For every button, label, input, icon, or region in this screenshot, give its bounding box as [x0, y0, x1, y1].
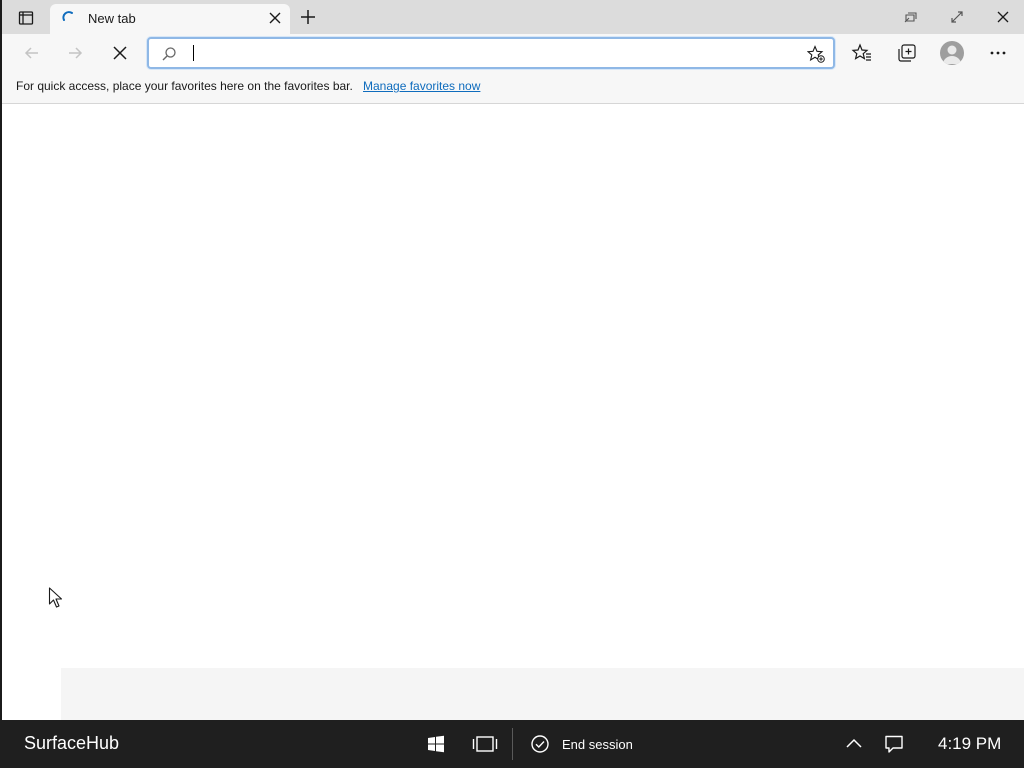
close-icon[interactable] — [268, 11, 282, 25]
text-caret — [193, 45, 194, 61]
checkmark-circle-icon — [531, 735, 549, 753]
taskbar: SurfaceHub End session 4:19 PM — [0, 720, 1024, 768]
end-session-button[interactable]: End session — [530, 733, 633, 755]
task-view-icon[interactable] — [472, 734, 498, 754]
more-icon[interactable] — [987, 42, 1009, 64]
tab-title: New tab — [88, 11, 136, 26]
clock[interactable]: 4:19 PM — [938, 734, 1001, 754]
back-arrow-icon[interactable] — [22, 43, 42, 63]
browser-window: New tab For quick access, place your fav… — [0, 0, 1024, 720]
close-window-icon[interactable] — [995, 9, 1011, 25]
address-input[interactable] — [189, 42, 789, 64]
windows-start-icon[interactable] — [426, 734, 446, 754]
brand-label: SurfaceHub — [24, 733, 120, 753]
tab-new-tab[interactable]: New tab — [50, 4, 290, 34]
notification-icon[interactable] — [884, 734, 904, 754]
taskbar-separator — [512, 728, 513, 760]
plus-icon[interactable] — [298, 7, 318, 27]
title-bar: New tab — [2, 0, 1024, 34]
favorites-bar-message: For quick access, place your favorites h… — [16, 79, 353, 93]
end-session-label: End session — [562, 736, 633, 752]
profile-icon[interactable] — [940, 41, 964, 65]
address-bar[interactable] — [147, 37, 835, 69]
expand-icon[interactable] — [949, 9, 965, 25]
page-content — [2, 105, 1024, 720]
tab-actions-icon[interactable] — [8, 5, 44, 31]
mouse-cursor-icon — [48, 587, 63, 608]
manage-favorites-link[interactable]: Manage favorites now — [363, 79, 480, 93]
stop-icon[interactable] — [110, 43, 130, 63]
favorites-icon[interactable] — [851, 42, 873, 64]
add-favorite-icon[interactable] — [807, 45, 825, 63]
collections-icon[interactable] — [896, 42, 918, 64]
restore-icon[interactable] — [902, 9, 918, 25]
search-icon — [162, 47, 176, 61]
toolbar — [2, 34, 1024, 72]
chevron-up-icon[interactable] — [844, 734, 864, 754]
loading-spinner-icon — [62, 11, 73, 21]
forward-arrow-icon[interactable] — [65, 43, 85, 63]
favorites-bar: For quick access, place your favorites h… — [2, 72, 1024, 104]
content-footer-band — [61, 668, 1024, 720]
